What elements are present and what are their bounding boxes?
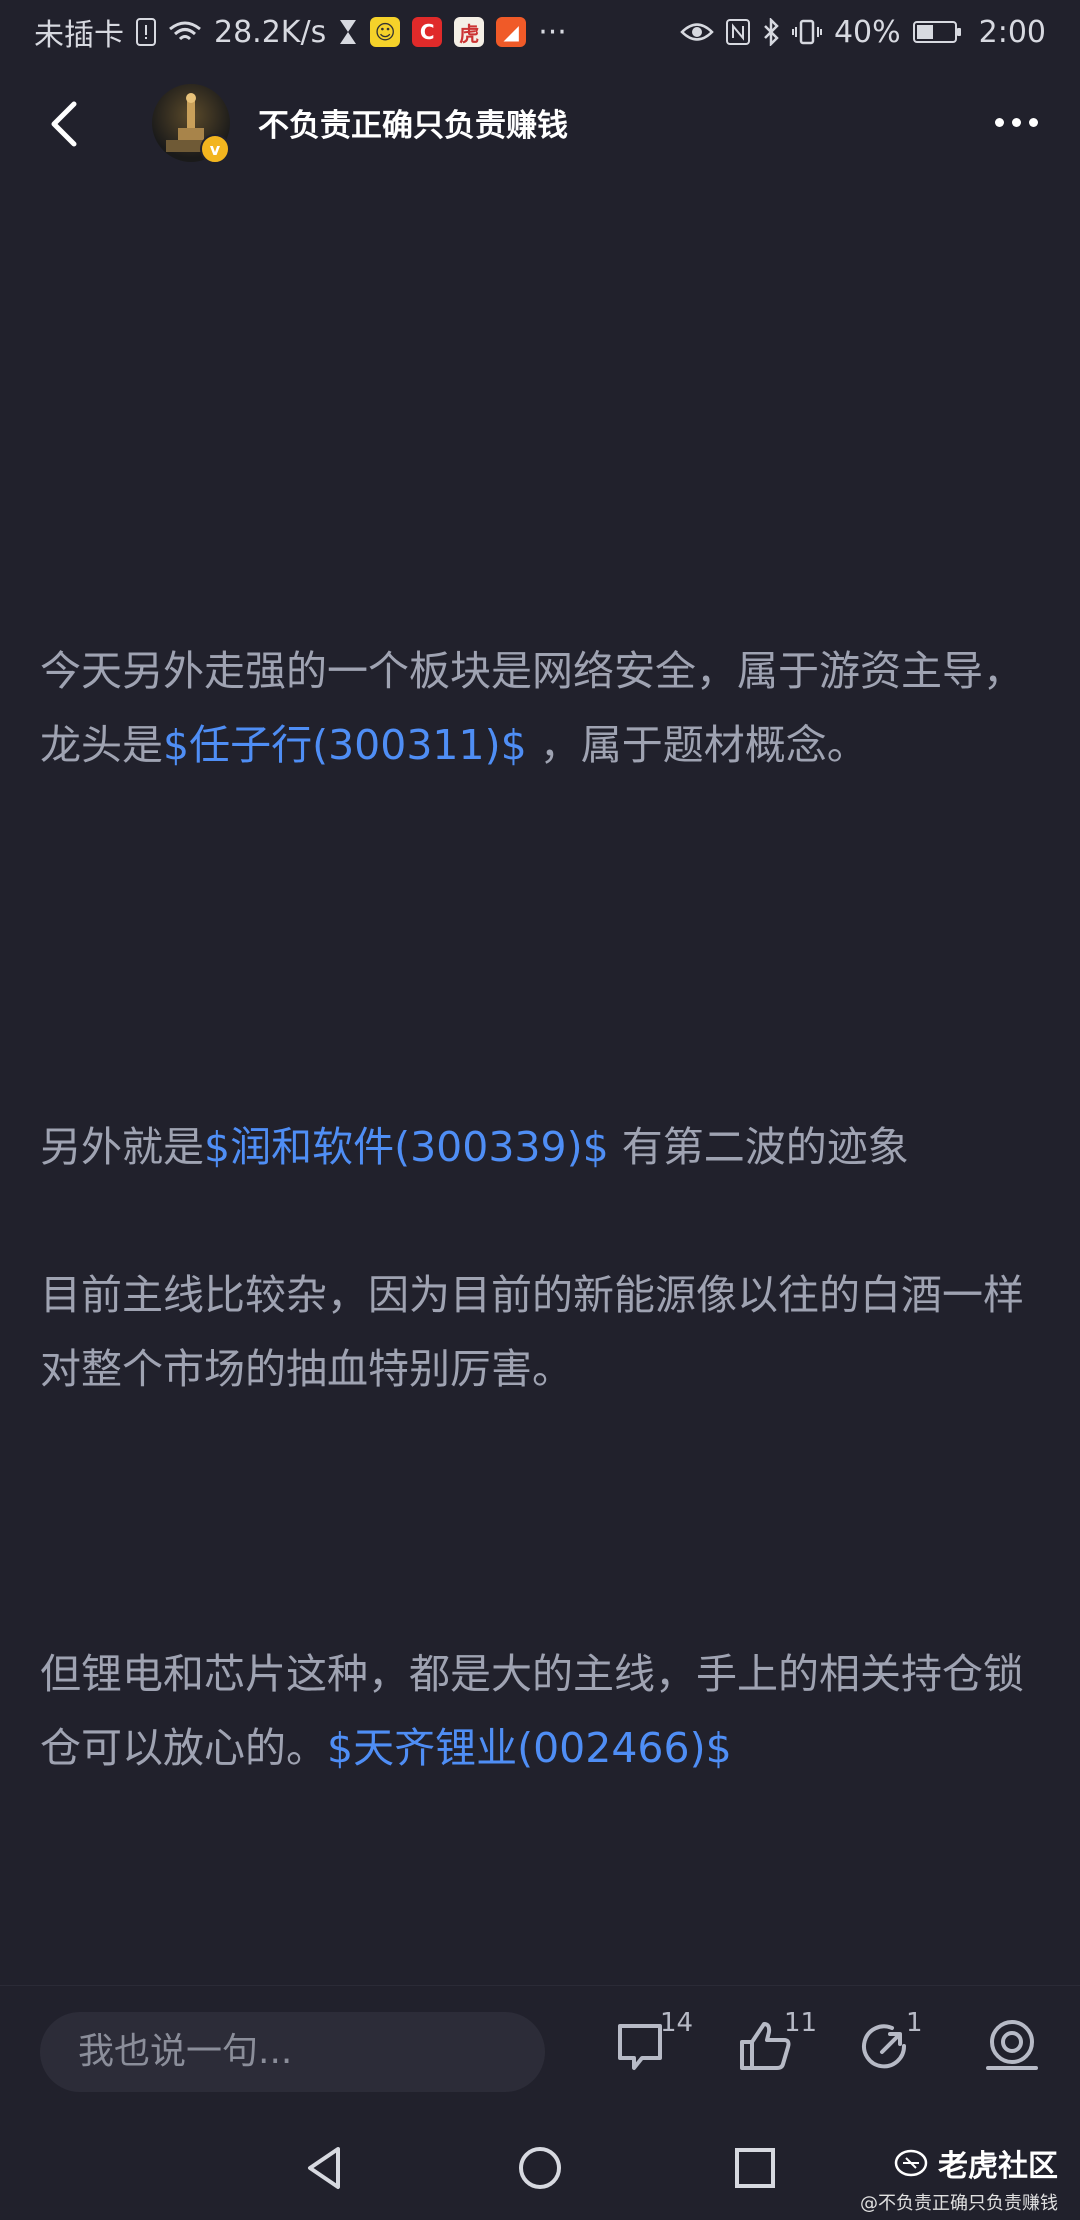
paragraph-text: 有第二波的迹象 — [608, 1123, 909, 1171]
dot-icon — [1012, 118, 1021, 127]
status-bar: 未插卡 28.2K/s ☺ C 虎 ◢ ··· 40% 2:00 — [0, 0, 1080, 64]
square-recents-icon — [735, 2148, 775, 2188]
app-notification-icon: ☺ — [370, 17, 401, 47]
dot-icon — [995, 118, 1004, 127]
post-paragraph-3: 目前主线比较杂，因为目前的新能源像以往的白酒一样对整个市场的抽血特别厉害。 — [40, 1258, 1040, 1406]
triangle-back-icon — [308, 2147, 340, 2189]
tiger-logo-icon — [894, 2149, 928, 2177]
author-name[interactable]: 不负责正确只负责赚钱 — [258, 100, 568, 145]
comment-count: 14 — [660, 2008, 694, 2038]
app-notification-icon: ◢ — [496, 17, 527, 47]
like-button[interactable]: 11 — [736, 2008, 817, 2086]
circle-home-icon — [519, 2147, 561, 2189]
post-paragraph-4: 但锂电和芯片这种，都是大的主线，手上的相关持仓锁仓可以放心的。$天齐锂业(002… — [40, 1637, 1040, 1785]
share-button[interactable]: 1 — [858, 2008, 928, 2086]
share-count: 1 — [906, 2008, 923, 2038]
app-notification-icon: 虎 — [454, 17, 485, 47]
bluetooth-icon — [762, 18, 780, 46]
back-button[interactable] — [44, 96, 84, 152]
net-speed-text: 28.2K/s — [214, 14, 327, 50]
paragraph-text: ，属于题材概念。 — [526, 721, 868, 769]
reward-button[interactable] — [982, 2016, 1052, 2086]
nav-recents-button[interactable] — [730, 2143, 780, 2193]
post-header: v 不负责正确只负责赚钱 — [0, 70, 1080, 180]
stock-link-renzixing[interactable]: $任子行(300311)$ — [163, 721, 527, 769]
battery-percent: 40% — [833, 14, 901, 50]
post-paragraph-1: 今天另外走强的一个板块是网络安全，属于游资主导，龙头是$任子行(300311)$… — [40, 634, 1040, 782]
paragraph-text: 另外就是 — [40, 1123, 204, 1171]
watermark-brand: 老虎社区 — [938, 2149, 1058, 2184]
clock: 2:00 — [978, 14, 1046, 50]
wifi-icon — [168, 19, 202, 45]
dot-icon — [1029, 118, 1038, 127]
stock-link-tianqi[interactable]: $天齐锂业(002466)$ — [327, 1724, 732, 1772]
nav-back-button[interactable] — [300, 2143, 350, 2193]
vibrate-icon — [791, 19, 822, 45]
eye-icon — [680, 21, 714, 43]
comment-input[interactable]: 我也说一句... — [40, 2012, 545, 2092]
system-navigation-bar: 老虎社区 @不负责正确只负责赚钱 — [0, 2117, 1080, 2220]
paragraph-text: 目前主线比较杂，因为目前的新能源像以往的白酒一样对整个市场的抽血特别厉害。 — [40, 1271, 1024, 1393]
like-count: 11 — [784, 2008, 818, 2038]
watermark: 老虎社区 @不负责正确只负责赚钱 — [860, 2141, 1058, 2215]
nav-home-button[interactable] — [515, 2143, 565, 2193]
app-notification-icon: C — [412, 17, 443, 47]
battery-icon — [912, 21, 961, 43]
reward-icon — [986, 2020, 1038, 2070]
watermark-author: @不负责正确只负责赚钱 — [860, 2193, 1058, 2214]
stock-link-runhe[interactable]: $润和软件(300339)$ — [204, 1123, 609, 1171]
back-arrow-icon — [51, 101, 77, 147]
nfc-icon — [725, 19, 750, 45]
more-notifications-icon: ··· — [538, 14, 567, 50]
more-options-button[interactable] — [995, 118, 1038, 127]
post-paragraph-2: 另外就是$润和软件(300339)$ 有第二波的迹象 — [40, 1110, 1040, 1184]
action-bar: 我也说一句... 14 11 1 — [0, 1985, 1080, 2118]
comment-button[interactable]: 14 — [612, 2008, 693, 2086]
verified-badge-icon: v — [200, 134, 230, 164]
no-sim-icon — [136, 18, 156, 46]
hourglass-icon — [338, 19, 358, 45]
carrier-text: 未插卡 — [34, 18, 124, 53]
